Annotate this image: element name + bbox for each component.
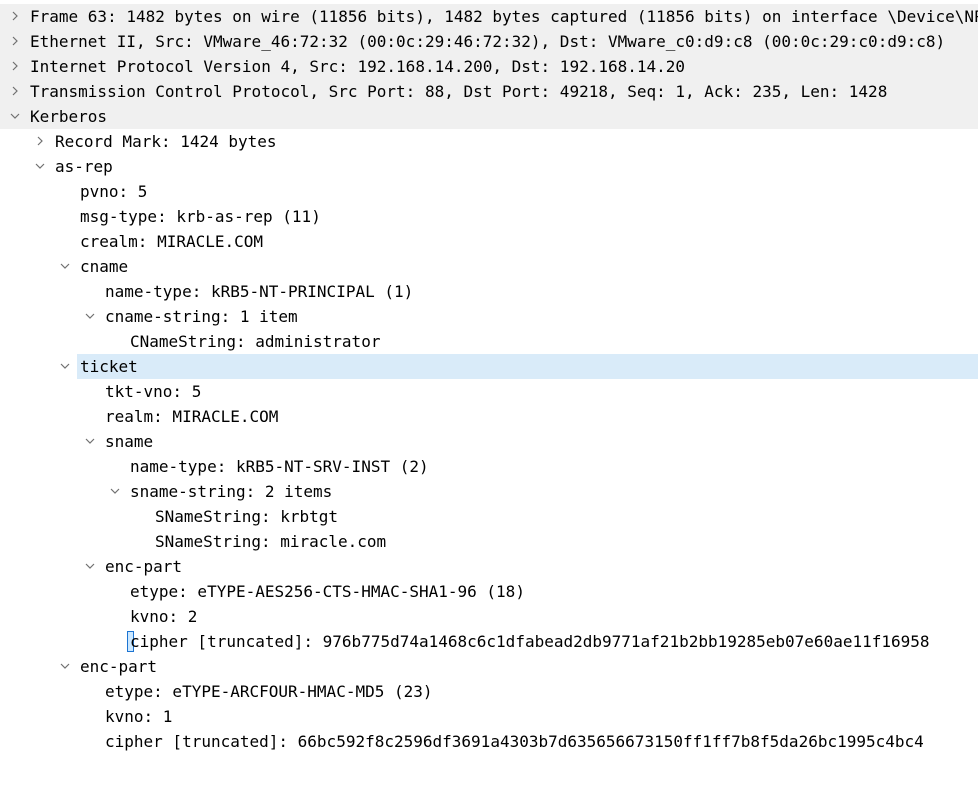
tree-row-label: sname bbox=[105, 432, 154, 451]
tree-row-label: etype: eTYPE-ARCFOUR-HMAC-MD5 (23) bbox=[105, 682, 433, 701]
tree-row-label: msg-type: krb-as-rep (11) bbox=[80, 207, 321, 226]
tree-row-label: Record Mark: 1424 bytes bbox=[55, 132, 277, 151]
tree-row-label: cipher [truncated]: 66bc592f8c2596df3691… bbox=[105, 732, 924, 751]
tree-row-label: enc-part bbox=[105, 557, 183, 576]
chevron-down-icon[interactable] bbox=[108, 479, 122, 504]
row-hover-highlight bbox=[77, 354, 978, 379]
tree-row-transmission-control-protocol-src-port[interactable]: Transmission Control Protocol, Src Port:… bbox=[0, 79, 978, 104]
tree-row-internet-protocol-version-4-src[interactable]: Internet Protocol Version 4, Src: 192.16… bbox=[0, 54, 978, 79]
chevron-down-icon[interactable] bbox=[83, 304, 97, 329]
tree-row-label: CNameString: administrator bbox=[130, 332, 381, 351]
chevron-down-icon[interactable] bbox=[58, 654, 72, 679]
tree-row-label: pvno: 5 bbox=[80, 182, 148, 201]
chevron-right-icon[interactable] bbox=[8, 4, 22, 29]
chevron-right-icon[interactable] bbox=[8, 29, 22, 54]
chevron-down-icon[interactable] bbox=[83, 429, 97, 454]
tree-row-ethernet-ii-src[interactable]: Ethernet II, Src: VMware_46:72:32 (00:0c… bbox=[0, 29, 978, 54]
tree-row-label: cname bbox=[80, 257, 129, 276]
chevron-down-icon[interactable] bbox=[83, 554, 97, 579]
tree-row-label: Transmission Control Protocol, Src Port:… bbox=[30, 82, 888, 101]
tree-row-label: ticket bbox=[80, 357, 138, 376]
chevron-down-icon[interactable] bbox=[58, 254, 72, 279]
tree-row-label: realm: MIRACLE.COM bbox=[105, 407, 279, 426]
tree-row-label: as-rep bbox=[55, 157, 113, 176]
tree-row-label: enc-part bbox=[80, 657, 158, 676]
tree-row-label: etype: eTYPE-AES256-CTS-HMAC-SHA1-96 (18… bbox=[130, 582, 525, 601]
tree-row-label: name-type: kRB5-NT-SRV-INST (2) bbox=[130, 457, 429, 476]
tree-row-label: crealm: MIRACLE.COM bbox=[80, 232, 264, 251]
tree-row-label: cipher [truncated]: 976b775d74a1468c6c1d… bbox=[127, 631, 930, 652]
chevron-right-icon[interactable] bbox=[8, 79, 22, 104]
chevron-down-icon[interactable] bbox=[33, 154, 47, 179]
chevron-right-icon[interactable] bbox=[33, 129, 47, 154]
tree-row-label: Kerberos bbox=[30, 107, 108, 126]
tree-row-label: Frame 63: 1482 bytes on wire (11856 bits… bbox=[30, 7, 978, 26]
tree-row-label: kvno: 1 bbox=[105, 707, 173, 726]
tree-row-label: cname-string: 1 item bbox=[105, 307, 298, 326]
tree-row-label: tkt-vno: 5 bbox=[105, 382, 202, 401]
packet-details-tree[interactable]: Frame 63: 1482 bytes on wire (11856 bits… bbox=[0, 0, 978, 791]
tree-row-label: sname-string: 2 items bbox=[130, 482, 333, 501]
tree-row-label: SNameString: krbtgt bbox=[155, 507, 339, 526]
tree-row-frame-63[interactable]: Frame 63: 1482 bytes on wire (11856 bits… bbox=[0, 4, 978, 29]
tree-row-kerberos[interactable]: Kerberos bbox=[0, 104, 978, 129]
tree-row-label: Ethernet II, Src: VMware_46:72:32 (00:0c… bbox=[30, 32, 946, 51]
chevron-right-icon[interactable] bbox=[8, 54, 22, 79]
chevron-down-icon[interactable] bbox=[8, 104, 22, 129]
tree-row-label: kvno: 2 bbox=[130, 607, 198, 626]
tree-row-label: Internet Protocol Version 4, Src: 192.16… bbox=[30, 57, 686, 76]
tree-row-ticket[interactable]: ticket bbox=[0, 354, 978, 379]
tree-row-label: name-type: kRB5-NT-PRINCIPAL (1) bbox=[105, 282, 414, 301]
tree-row-label: SNameString: miracle.com bbox=[155, 532, 387, 551]
chevron-down-icon[interactable] bbox=[58, 354, 72, 379]
